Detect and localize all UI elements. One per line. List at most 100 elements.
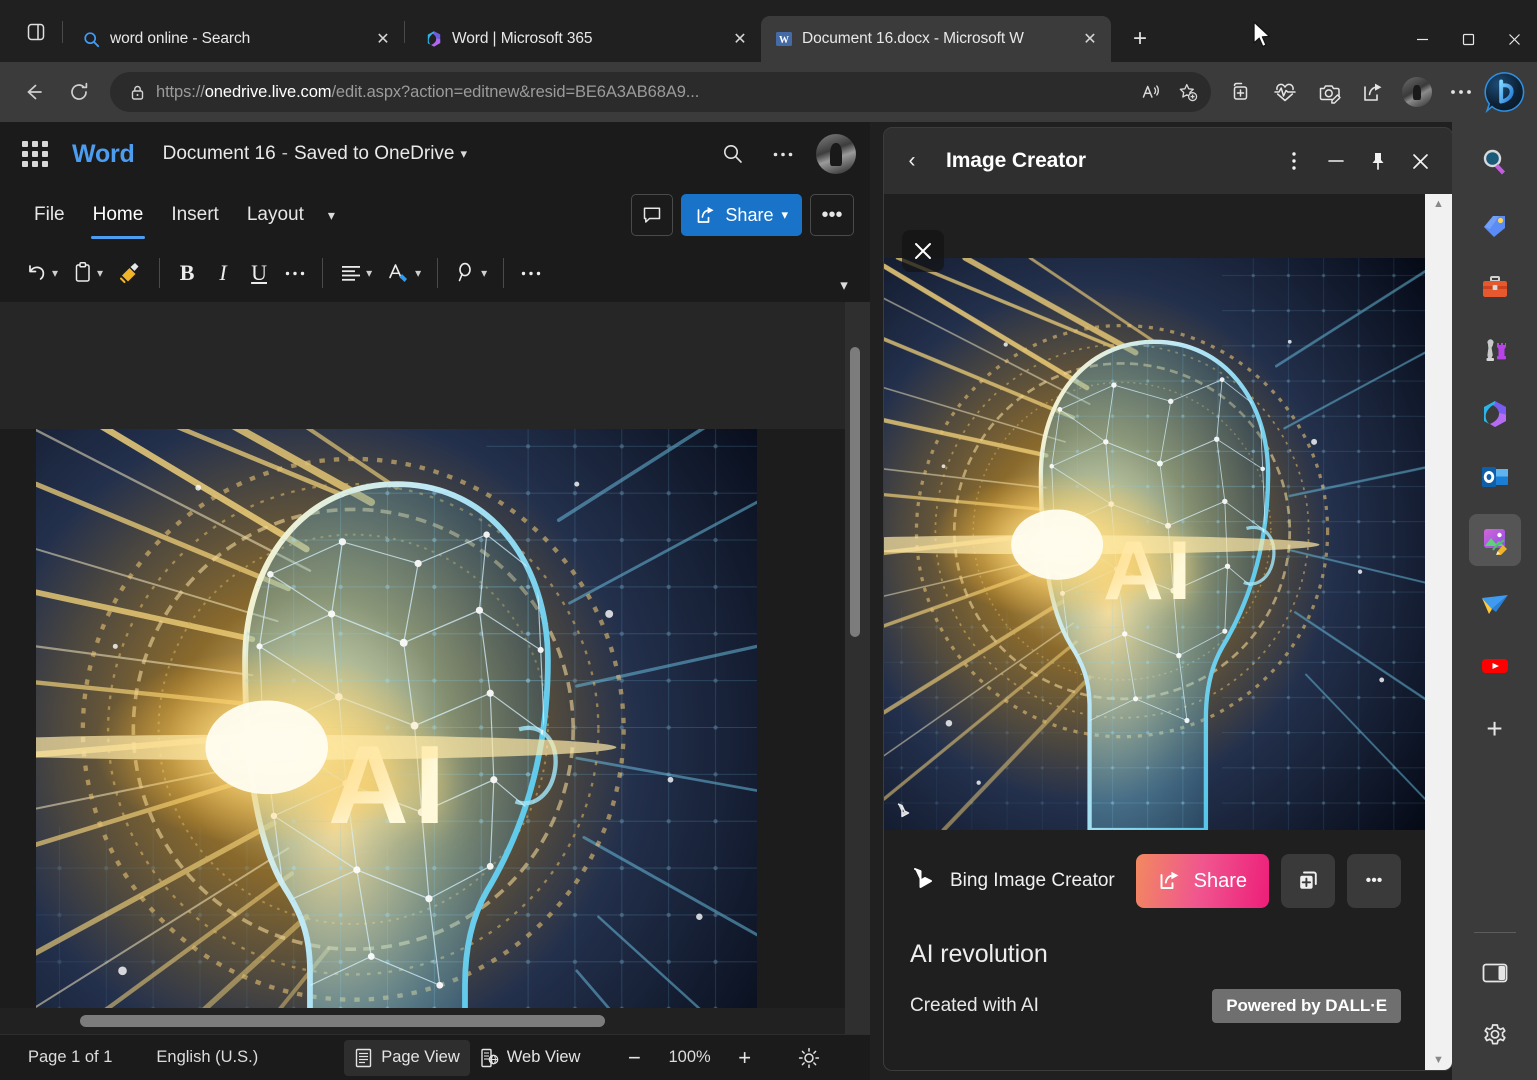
sidebar-item-telegram[interactable] <box>1469 577 1521 629</box>
page-view-button[interactable]: Page View <box>344 1040 470 1076</box>
app-launcher-button[interactable] <box>18 137 52 171</box>
browser-tab-1[interactable]: word online - Search ✕ <box>69 16 404 62</box>
share-page-button[interactable] <box>1351 72 1395 112</box>
ribbon-tab-file[interactable]: File <box>20 193 79 237</box>
find-button[interactable]: ▾ <box>447 251 494 295</box>
document-page[interactable]: AI <box>0 429 845 1034</box>
share-icon <box>695 205 717 225</box>
ribbon-tab-home[interactable]: Home <box>79 193 158 237</box>
sidebar-item-microsoft-365[interactable] <box>1469 388 1521 440</box>
image-more-options-button[interactable]: ••• <box>1347 854 1401 908</box>
scroll-up-arrow-icon[interactable]: ▲ <box>1433 198 1444 210</box>
comments-button[interactable] <box>631 194 673 236</box>
share-icon <box>1361 81 1385 104</box>
document-vertical-scroll-thumb[interactable] <box>850 347 860 637</box>
telegram-plane-icon <box>1479 587 1511 619</box>
document-horizontal-scrollbar[interactable] <box>0 1008 845 1034</box>
ribbon-tabs-overflow-button[interactable]: ▾ <box>318 195 345 235</box>
ribbon-collapse-button[interactable]: ▾ <box>830 272 858 298</box>
sidebar-item-tools[interactable] <box>1469 262 1521 314</box>
sidebar-item-add-site[interactable]: + <box>1469 703 1521 755</box>
close-image-button[interactable] <box>902 230 944 272</box>
back-button[interactable]: ‹ <box>894 143 930 179</box>
save-to-collections-button[interactable] <box>1281 854 1335 908</box>
document-image[interactable]: AI <box>36 429 757 1034</box>
browser-tab-3[interactable]: W Document 16.docx - Microsoft W ✕ <box>761 16 1111 62</box>
copilot-button[interactable] <box>1483 72 1527 112</box>
browser-tab-2[interactable]: Word | Microsoft 365 ✕ <box>411 16 761 62</box>
powered-by-badge: Powered by DALL·E <box>1212 989 1401 1023</box>
tab-actions-button[interactable] <box>16 12 56 52</box>
screenshot-icon <box>1317 81 1342 104</box>
document-title: Document 16 <box>163 143 276 165</box>
panel-more-options-button[interactable] <box>1274 141 1314 181</box>
document-title-menu[interactable]: Document 16 - Saved to OneDrive ▾ <box>163 143 467 165</box>
undo-button[interactable]: ▾ <box>16 251 65 295</box>
browser-tab-strip: word online - Search ✕ Word | Microsoft … <box>0 0 1537 62</box>
share-button[interactable]: Share ▾ <box>681 194 802 236</box>
browser-tab-1-close[interactable]: ✕ <box>370 26 396 52</box>
add-favorite-button[interactable] <box>1171 75 1205 109</box>
address-input[interactable]: https://onedrive.live.com/edit.aspx?acti… <box>110 72 1211 112</box>
sidebar-item-customize[interactable] <box>1469 947 1521 999</box>
paste-button[interactable]: ▾ <box>65 251 110 295</box>
page-count-label: Page 1 of 1 <box>28 1048 112 1067</box>
browser-tab-3-close[interactable]: ✕ <box>1077 26 1103 52</box>
sidebar-item-settings[interactable] <box>1469 1010 1521 1062</box>
back-arrow-icon <box>22 81 44 103</box>
back-button[interactable] <box>14 73 52 111</box>
screenshot-button[interactable] <box>1307 72 1351 112</box>
word-search-button[interactable] <box>712 133 754 175</box>
zoom-in-button[interactable]: + <box>727 1041 763 1075</box>
editing-more-button[interactable] <box>513 251 549 295</box>
underline-button[interactable]: U <box>241 251 277 295</box>
settings-gear-icon <box>1480 1021 1510 1051</box>
bold-button[interactable]: B <box>169 251 205 295</box>
new-tab-button[interactable]: + <box>1123 22 1157 56</box>
sidebar-item-shopping[interactable] <box>1469 199 1521 251</box>
paragraph-align-button[interactable]: ▾ <box>332 251 379 295</box>
document-horizontal-scroll-thumb[interactable] <box>80 1015 605 1027</box>
ribbon-tab-insert[interactable]: Insert <box>157 193 233 237</box>
profile-button[interactable] <box>1395 72 1439 112</box>
dark-mode-toggle-button[interactable] <box>791 1041 827 1075</box>
image-prompt-label: AI revolution <box>910 940 1401 969</box>
sidebar-item-youtube[interactable] <box>1469 640 1521 692</box>
read-aloud-button[interactable] <box>1135 75 1169 109</box>
document-vertical-scrollbar[interactable] <box>850 337 860 997</box>
browser-essentials-button[interactable] <box>1263 72 1307 112</box>
panel-pin-button[interactable] <box>1358 141 1398 181</box>
panel-close-button[interactable] <box>1400 141 1440 181</box>
zoom-out-button[interactable]: − <box>616 1041 652 1075</box>
share-icon <box>1158 870 1182 892</box>
panel-minimize-button[interactable] <box>1316 141 1356 181</box>
font-more-button[interactable] <box>277 251 313 295</box>
scroll-down-arrow-icon[interactable]: ▼ <box>1433 1054 1444 1066</box>
minimize-button[interactable] <box>1399 16 1445 62</box>
panel-scrollbar[interactable]: ▲ ▼ <box>1425 194 1452 1070</box>
word-header-more-button[interactable] <box>762 133 804 175</box>
web-view-button[interactable]: Web View <box>470 1040 591 1076</box>
close-window-button[interactable] <box>1491 16 1537 62</box>
generated-image-container[interactable]: AI <box>884 258 1425 830</box>
ribbon-tab-layout[interactable]: Layout <box>233 193 318 237</box>
add-to-collections-button[interactable] <box>1219 72 1263 112</box>
format-painter-button[interactable] <box>110 251 150 295</box>
sidebar-item-image-creator[interactable] <box>1469 514 1521 566</box>
browser-tab-2-close[interactable]: ✕ <box>727 26 753 52</box>
browser-settings-button[interactable] <box>1439 72 1483 112</box>
ribbon-more-button[interactable]: ••• <box>810 194 854 236</box>
word-account-avatar[interactable] <box>816 134 856 174</box>
refresh-button[interactable] <box>60 73 98 111</box>
tools-briefcase-icon <box>1479 272 1511 304</box>
sidebar-item-outlook[interactable] <box>1469 451 1521 503</box>
share-image-button[interactable]: Share <box>1136 854 1269 908</box>
italic-button[interactable]: I <box>205 251 241 295</box>
styles-button[interactable]: ▾ <box>379 251 428 295</box>
styles-icon <box>386 261 412 285</box>
sidebar-item-games[interactable] <box>1469 325 1521 377</box>
undo-icon <box>23 261 49 285</box>
sidebar-item-search[interactable] <box>1469 136 1521 188</box>
maximize-button[interactable] <box>1445 16 1491 62</box>
brightness-icon <box>798 1047 820 1069</box>
